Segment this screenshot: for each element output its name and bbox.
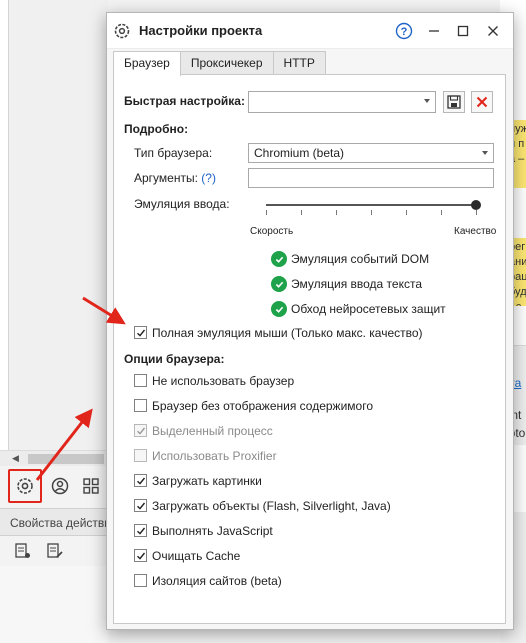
input-emulation-label: Эмуляция ввода: xyxy=(134,197,230,211)
close-button[interactable] xyxy=(481,19,505,43)
help-button[interactable]: ? xyxy=(392,19,416,43)
grid-icon xyxy=(83,478,99,494)
gear-icon xyxy=(114,23,130,39)
save-icon xyxy=(447,95,461,109)
check-circle-icon xyxy=(271,276,287,292)
feature-dom-events: Эмуляция событий DOM xyxy=(291,252,430,266)
project-settings-dialog: Настройки проекта ? Браузер Проксичекер … xyxy=(106,12,514,630)
browser-type-value: Chromium (beta) xyxy=(254,146,345,160)
input-emulation-slider[interactable] xyxy=(266,195,482,215)
maximize-button[interactable] xyxy=(451,19,475,43)
project-settings-button[interactable] xyxy=(8,469,42,503)
checkmark-icon xyxy=(136,527,145,535)
load-images-label: Загружать картинки xyxy=(152,474,262,488)
full-mouse-emulation-checkbox[interactable] xyxy=(134,326,147,339)
grid-button[interactable] xyxy=(77,472,105,500)
save-preset-button[interactable] xyxy=(443,91,465,113)
arguments-input[interactable] xyxy=(248,168,494,188)
run-javascript-label: Выполнять JavaScript xyxy=(152,524,273,538)
maximize-icon xyxy=(457,25,469,37)
checkmark-icon xyxy=(136,477,145,485)
properties-toolbar xyxy=(0,536,108,566)
slider-tick xyxy=(476,210,477,215)
close-icon xyxy=(476,96,488,108)
slider-tick xyxy=(441,210,442,215)
browser-type-label: Тип браузера: xyxy=(134,146,213,160)
quick-setup-dropdown[interactable] xyxy=(248,91,436,113)
load-objects-label: Загружать объекты (Flash, Silverlight, J… xyxy=(152,499,391,513)
feature-text-input: Эмуляция ввода текста xyxy=(291,277,423,291)
slider-tick xyxy=(266,210,267,215)
no-browser-label: Не использовать браузер xyxy=(152,374,295,388)
slider-tick xyxy=(336,210,337,215)
gear-icon xyxy=(17,478,33,494)
dialog-titlebar[interactable]: Настройки проекта ? xyxy=(107,13,513,49)
dedicated-process-checkbox xyxy=(134,424,147,437)
slider-tick xyxy=(301,210,302,215)
dialog-title: Настройки проекта xyxy=(139,23,263,38)
clear-cache-label: Очищать Cache xyxy=(152,549,241,563)
proxifier-label: Использовать Proxifier xyxy=(152,449,277,463)
close-icon xyxy=(488,26,498,36)
properties-edit-icon[interactable] xyxy=(46,542,64,560)
arguments-help-link[interactable]: (?) xyxy=(201,171,216,185)
arguments-label: Аргументы: (?) xyxy=(134,171,216,185)
tab-bar: Браузер Проксичекер HTTP xyxy=(113,51,326,76)
load-images-checkbox[interactable] xyxy=(134,474,147,487)
checkmark-icon xyxy=(136,427,145,435)
properties-panel-body xyxy=(0,566,108,643)
feature-neural-bypass: Обход нейросетевых защит xyxy=(291,302,446,316)
details-heading: Подробно: xyxy=(124,122,189,136)
svg-text:?: ? xyxy=(401,26,408,38)
delete-preset-button[interactable] xyxy=(471,91,493,113)
properties-list-icon[interactable] xyxy=(14,542,32,560)
properties-panel-header: Свойства действия xyxy=(0,508,108,536)
headless-checkbox[interactable] xyxy=(134,399,147,412)
minimize-button[interactable] xyxy=(422,19,446,43)
load-objects-checkbox[interactable] xyxy=(134,499,147,512)
browser-type-select[interactable]: Chromium (beta) xyxy=(248,143,494,163)
chevron-down-icon xyxy=(424,99,430,103)
checkmark-icon xyxy=(136,552,145,560)
horizontal-scrollbar[interactable]: ◀ xyxy=(0,450,108,466)
tab-proxychecker[interactable]: Проксичекер xyxy=(179,51,274,75)
user-button[interactable] xyxy=(46,472,74,500)
slider-tick xyxy=(406,210,407,215)
slider-knob[interactable] xyxy=(471,200,481,210)
bottom-toolbar xyxy=(0,466,108,506)
scrollbar-thumb[interactable] xyxy=(28,454,104,464)
proxifier-checkbox xyxy=(134,449,147,462)
checkmark-icon xyxy=(136,502,145,510)
minimize-icon xyxy=(429,30,439,32)
user-icon xyxy=(51,477,69,495)
scroll-left-icon[interactable]: ◀ xyxy=(12,453,19,464)
arguments-label-text: Аргументы: xyxy=(134,171,198,185)
site-isolation-label: Изоляция сайтов (beta) xyxy=(152,574,282,588)
chevron-down-icon xyxy=(482,151,488,155)
tab-browser[interactable]: Браузер xyxy=(113,51,181,76)
help-icon: ? xyxy=(395,22,413,40)
browser-options-heading: Опции браузера: xyxy=(124,352,225,366)
full-mouse-emulation-label: Полная эмуляция мыши (Только макс. качес… xyxy=(152,326,423,340)
dedicated-process-label: Выделенный процесс xyxy=(152,424,273,438)
left-strip xyxy=(9,0,108,450)
check-circle-icon xyxy=(271,251,287,267)
slider-min-label: Скорость xyxy=(250,226,294,237)
check-circle-icon xyxy=(271,301,287,317)
site-isolation-checkbox[interactable] xyxy=(134,574,147,587)
clear-cache-checkbox[interactable] xyxy=(134,549,147,562)
browser-tab-panel: Быстрая настройка: Подробно: Тип браузер… xyxy=(113,74,506,624)
run-javascript-checkbox[interactable] xyxy=(134,524,147,537)
left-pane xyxy=(0,0,9,450)
slider-max-label: Качество xyxy=(454,226,497,237)
headless-label: Браузер без отображения содержимого xyxy=(152,399,373,413)
checkmark-icon xyxy=(136,329,145,337)
quick-setup-label: Быстрая настройка: xyxy=(124,94,245,108)
slider-tick xyxy=(371,210,372,215)
tab-http[interactable]: HTTP xyxy=(272,51,326,75)
no-browser-checkbox[interactable] xyxy=(134,374,147,387)
slider-track xyxy=(266,204,476,206)
